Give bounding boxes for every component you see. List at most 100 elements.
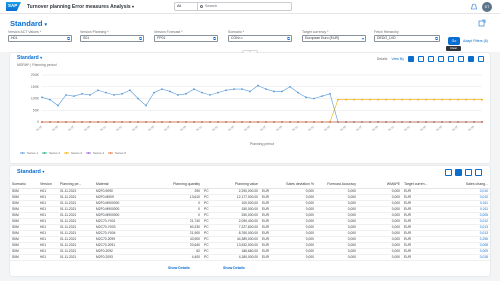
- data-point: [385, 121, 387, 123]
- show-details-link[interactable]: Show Details: [223, 266, 245, 270]
- data-point: [265, 121, 267, 123]
- x-tick-label: 01.11: [291, 124, 299, 131]
- bell-icon[interactable]: [470, 3, 478, 11]
- scenario-input[interactable]: CON== ⧉: [228, 35, 292, 42]
- data-point: [65, 94, 67, 96]
- column-header[interactable]: WMAPE: [372, 180, 402, 189]
- data-point: [401, 121, 403, 123]
- data-point: [441, 98, 443, 101]
- data-point: [385, 98, 387, 101]
- search-input[interactable]: Search: [198, 2, 292, 11]
- fullscreen-icon[interactable]: [475, 169, 482, 176]
- data-point: [481, 98, 483, 101]
- data-point: [273, 121, 275, 123]
- data-point: [153, 91, 155, 94]
- column-header[interactable]: Forecast Accuracy: [316, 180, 358, 189]
- chevron-down-icon: ▾: [42, 169, 45, 174]
- table-header-row: Scenario Version Planning pe... Material Pla…: [10, 180, 490, 189]
- data-point: [97, 121, 99, 123]
- data-point: [433, 98, 435, 101]
- data-point: [105, 121, 107, 123]
- value-help-icon[interactable]: ⧉: [435, 36, 438, 41]
- data-point: [289, 121, 291, 123]
- data-point: [305, 96, 307, 99]
- go-button[interactable]: Go: [448, 37, 460, 45]
- column-header[interactable]: Planning value: [214, 180, 260, 189]
- value-help-icon[interactable]: ⧉: [213, 36, 216, 41]
- target-currency-select[interactable]: European Euro (EUR) ▾: [302, 35, 366, 42]
- column-header[interactable]: Sales deviation %: [274, 180, 316, 189]
- version-act-input[interactable]: H01 ⧉: [8, 35, 72, 42]
- table-cell: EUR: [402, 254, 442, 261]
- column-header[interactable]: Target curren...: [402, 180, 442, 189]
- data-point: [257, 84, 259, 87]
- column-header[interactable]: [202, 180, 214, 189]
- data-point: [81, 92, 83, 95]
- data-point: [409, 98, 411, 101]
- column-header[interactable]: Version: [38, 180, 58, 189]
- share-icon[interactable]: [478, 19, 486, 27]
- table-cell: SIIM: [10, 254, 38, 261]
- version-forecast-input[interactable]: FP01 ⧉: [154, 35, 218, 42]
- legend-label: Series 5: [115, 151, 126, 155]
- chevron-down-icon: ▾: [132, 4, 135, 9]
- column-header[interactable]: [358, 180, 372, 189]
- data-point: [177, 121, 179, 123]
- series-line: [41, 85, 482, 123]
- fetch-hierarchy-input[interactable]: DEDO_LVD ⧉: [374, 35, 440, 42]
- chart-card: Standard ▾ MSRW* | Planning period Detai…: [10, 53, 490, 163]
- table-cell: 01.11.2021: [58, 254, 94, 261]
- data-point: [217, 121, 219, 123]
- column-header[interactable]: [260, 180, 274, 189]
- x-tick-label: 01.07: [67, 124, 75, 132]
- avatar[interactable]: DT: [482, 2, 492, 12]
- column-header[interactable]: Planning pe...: [58, 180, 94, 189]
- x-axis-title: Planning period: [250, 142, 274, 146]
- x-tick-label: 01.11: [195, 124, 203, 131]
- data-point: [169, 90, 171, 93]
- table-variant[interactable]: Standard ▾: [17, 169, 44, 175]
- adapt-filters-button[interactable]: Adapt Filters (8): [463, 37, 488, 45]
- show-details-link[interactable]: Show Details: [168, 266, 190, 270]
- version-planning-input[interactable]: S01 ⧉: [80, 35, 144, 42]
- data-point: [321, 95, 323, 98]
- variant-selector[interactable]: Standard ▾: [10, 19, 47, 30]
- legend-marker: [87, 152, 90, 154]
- x-tick-label: 01.11: [387, 124, 395, 131]
- data-point: [329, 92, 331, 95]
- data-point: [257, 121, 259, 123]
- search-scope-select[interactable]: All: [174, 2, 198, 11]
- data-point: [305, 121, 307, 123]
- table-view-icon[interactable]: [455, 169, 462, 176]
- data-point: [449, 98, 451, 101]
- export-icon[interactable]: [465, 169, 472, 176]
- column-header[interactable]: Planning quantity: [164, 180, 202, 189]
- data-point: [481, 121, 483, 123]
- data-point: [73, 121, 75, 123]
- data-point: [409, 121, 411, 123]
- chevron-down-icon[interactable]: ▾: [362, 36, 364, 41]
- data-point: [377, 98, 379, 101]
- line-chart[interactable]: 200K150K100K50K001.03 01.05 01.07 01.09 01.1…: [10, 53, 490, 163]
- settings-icon[interactable]: [445, 169, 452, 176]
- app-title[interactable]: Turnover planning Error measures Analysi…: [27, 3, 134, 11]
- legend-marker: [65, 152, 68, 154]
- x-tick-label: 01.07: [451, 124, 459, 132]
- filter-version-planning: Version Planning * S01 ⧉: [80, 30, 144, 42]
- data-point: [225, 121, 227, 123]
- column-header[interactable]: Scenario: [10, 180, 38, 189]
- sap-logo[interactable]: SAP: [6, 2, 21, 11]
- value-help-icon[interactable]: ⧉: [67, 36, 70, 41]
- column-header[interactable]: Material: [94, 180, 164, 189]
- data-point: [217, 91, 219, 94]
- x-tick-label: 01.07: [163, 124, 171, 132]
- data-point: [161, 88, 163, 90]
- chevron-down-icon: ▾: [44, 22, 48, 28]
- column-header[interactable]: Sales chang...: [442, 180, 490, 189]
- table-cell: H01: [38, 254, 58, 261]
- value-help-icon[interactable]: ⧉: [139, 36, 142, 41]
- table-cell: M2F0-2093: [94, 254, 164, 261]
- value-help-icon[interactable]: ⧉: [287, 36, 290, 41]
- table-row[interactable]: SIIM H01 01.11.2021 M2F0-2093 4,400 PC 4,180,0…: [10, 254, 490, 261]
- data-point: [185, 121, 187, 123]
